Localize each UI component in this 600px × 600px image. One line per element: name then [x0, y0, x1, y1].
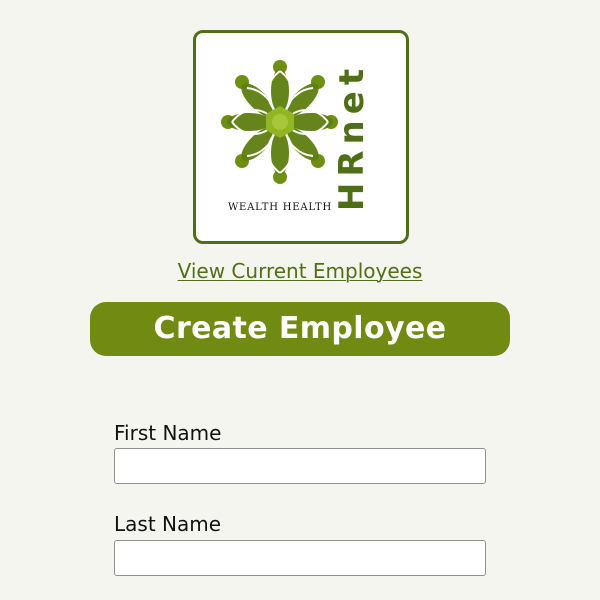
first-name-label: First Name	[114, 421, 222, 445]
logo-caption: WEALTH HEALTH	[227, 202, 333, 213]
view-current-employees-link[interactable]: View Current Employees	[0, 259, 600, 283]
logo-wordmark: HRnet	[332, 62, 372, 212]
leaf-medallion-icon	[221, 60, 338, 184]
create-employee-banner: Create Employee	[90, 302, 510, 356]
logo-panel: WEALTH HEALTH	[210, 49, 350, 233]
last-name-input[interactable]	[114, 540, 486, 576]
first-name-input[interactable]	[114, 448, 486, 484]
last-name-label: Last Name	[114, 512, 222, 536]
hrnet-logo: WEALTH HEALTH HRnet	[193, 30, 409, 244]
